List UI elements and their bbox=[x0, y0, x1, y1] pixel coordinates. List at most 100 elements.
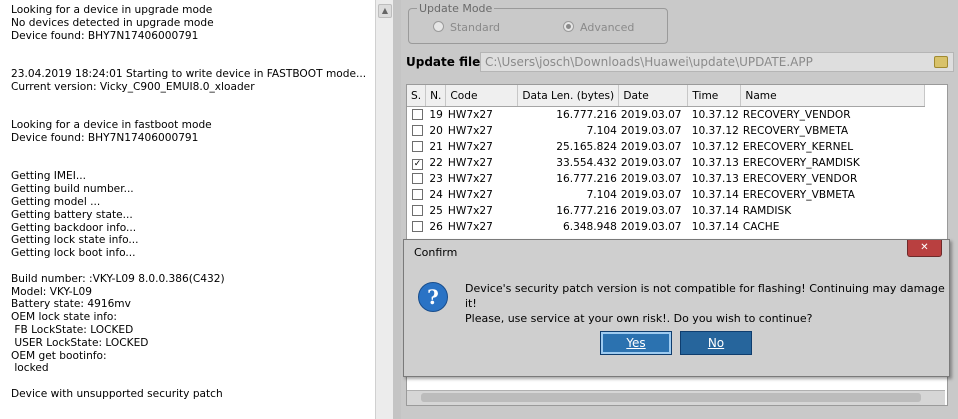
row-time: 10.37.12 bbox=[691, 125, 739, 137]
question-icon: ? bbox=[418, 282, 448, 312]
log-line: Getting battery state... bbox=[11, 208, 133, 221]
table-horizontal-scrollbar[interactable] bbox=[407, 390, 945, 405]
row-checkbox[interactable] bbox=[407, 123, 426, 139]
table-row[interactable]: ✓ 22 HW7x27 33.554.432 2019.03.07 10.37.13 ERE… bbox=[407, 155, 925, 171]
radio-standard-dot[interactable] bbox=[433, 21, 444, 32]
row-date: 2019.03.07 bbox=[620, 109, 682, 121]
checkbox-icon[interactable] bbox=[412, 188, 423, 200]
scroll-up-icon[interactable]: ▲ bbox=[378, 4, 392, 18]
folder-icon[interactable] bbox=[934, 56, 948, 68]
row-code: HW7x27 bbox=[447, 109, 493, 121]
log-scrollbar[interactable]: ▲ bbox=[375, 0, 393, 419]
row-code: HW7x27 bbox=[447, 125, 493, 137]
row-name: RECOVERY_VBMETA bbox=[742, 125, 849, 137]
checkbox-icon[interactable] bbox=[412, 204, 423, 216]
row-number: 20 bbox=[429, 125, 443, 137]
row-time: 10.37.14 bbox=[691, 221, 739, 233]
row-date: 2019.03.07 bbox=[620, 125, 682, 137]
row-code: HW7x27 bbox=[447, 141, 493, 153]
log-line: Current version: Vicky_C900_EMUI8.0_xloa… bbox=[11, 80, 255, 93]
no-button-label: No bbox=[707, 336, 725, 350]
row-data-len: 16.777.216 bbox=[556, 205, 617, 217]
col-time[interactable]: Time bbox=[687, 85, 742, 107]
row-name: ERECOVERY_VENDOR bbox=[742, 173, 858, 185]
close-button[interactable]: ✕ bbox=[907, 240, 942, 257]
row-code: HW7x27 bbox=[447, 221, 493, 233]
log-line: Getting build number... bbox=[11, 183, 134, 196]
update-file-input[interactable]: C:\Users\josch\Downloads\Huawei\update\U… bbox=[480, 52, 954, 72]
row-time: 10.37.14 bbox=[691, 189, 739, 201]
table-row[interactable]: 24 HW7x27 7.104 2019.03.07 10.37.14 ERECOVERY… bbox=[407, 187, 925, 203]
yes-button[interactable]: Yes bbox=[600, 331, 672, 355]
row-checkbox[interactable] bbox=[407, 219, 426, 235]
row-checkbox[interactable] bbox=[407, 139, 426, 155]
radio-advanced-dot[interactable] bbox=[563, 21, 574, 32]
radio-standard-label: Standard bbox=[450, 21, 501, 34]
row-date: 2019.03.07 bbox=[620, 157, 682, 169]
row-name: ERECOVERY_RAMDISK bbox=[742, 157, 860, 169]
update-file-path: C:\Users\josch\Downloads\Huawei\update\U… bbox=[485, 55, 813, 69]
row-number: 23 bbox=[429, 173, 443, 185]
log-line: 23.04.2019 18:24:01 Starting to write de… bbox=[11, 67, 367, 80]
table-row[interactable]: 20 HW7x27 7.104 2019.03.07 10.37.12 RECOVERY_… bbox=[407, 123, 925, 139]
row-data-len: 16.777.216 bbox=[556, 173, 617, 185]
log-line: No devices detected in upgrade mode bbox=[11, 16, 214, 29]
log-line: Getting IMEI... bbox=[11, 170, 86, 183]
checkbox-icon[interactable] bbox=[412, 220, 423, 232]
log-pane: Looking for a device in upgrade mode No d… bbox=[0, 0, 375, 419]
row-name: RECOVERY_VENDOR bbox=[742, 109, 851, 121]
row-name: RAMDISK bbox=[742, 205, 792, 217]
log-line: Getting lock state info... bbox=[11, 234, 139, 247]
table-row[interactable]: 23 HW7x27 16.777.216 2019.03.07 10.37.13 EREC… bbox=[407, 171, 925, 187]
checkbox-icon[interactable] bbox=[412, 140, 423, 152]
checkbox-checked-icon[interactable]: ✓ bbox=[412, 159, 423, 170]
row-time: 10.37.12 bbox=[691, 141, 739, 153]
log-line: USER LockState: LOCKED bbox=[11, 336, 149, 349]
col-code[interactable]: Code bbox=[445, 85, 519, 107]
dialog-message: Device's security patch version is not c… bbox=[465, 281, 945, 326]
col-data-len[interactable]: Data Len. (bytes) bbox=[517, 85, 620, 107]
radio-standard[interactable]: Standard bbox=[433, 21, 500, 34]
col-number[interactable]: N. bbox=[425, 85, 447, 107]
table-row[interactable]: 25 HW7x27 16.777.216 2019.03.07 10.37.14 RAMD… bbox=[407, 203, 925, 219]
row-data-len: 25.165.824 bbox=[556, 141, 617, 153]
row-checkbox[interactable] bbox=[407, 187, 426, 203]
radio-advanced[interactable]: Advanced bbox=[563, 21, 634, 34]
col-name[interactable]: Name bbox=[740, 85, 926, 107]
row-checkbox[interactable] bbox=[407, 171, 426, 187]
checkbox-icon[interactable] bbox=[412, 108, 423, 120]
col-date[interactable]: Date bbox=[618, 85, 689, 107]
dialog-message-line1: Device's security patch version is not c… bbox=[465, 282, 945, 310]
row-date: 2019.03.07 bbox=[620, 205, 682, 217]
dialog-title: Confirm bbox=[414, 246, 458, 259]
col-select[interactable]: S. bbox=[407, 85, 427, 107]
row-checkbox[interactable]: ✓ bbox=[407, 155, 426, 171]
row-checkbox[interactable] bbox=[407, 107, 426, 124]
scroll-thumb[interactable] bbox=[421, 393, 921, 402]
update-mode-group: Update Mode Standard Advanced bbox=[408, 2, 668, 44]
table-row[interactable]: 21 HW7x27 25.165.824 2019.03.07 10.37.12 EREC… bbox=[407, 139, 925, 155]
row-time: 10.37.12 bbox=[691, 109, 739, 121]
log-line: Getting backdoor info... bbox=[11, 221, 137, 234]
row-number: 22 bbox=[429, 157, 443, 169]
row-checkbox[interactable] bbox=[407, 203, 426, 219]
row-data-len: 16.777.216 bbox=[556, 109, 617, 121]
log-line: Looking for a device in fastboot mode bbox=[11, 119, 212, 132]
checkbox-icon[interactable] bbox=[412, 172, 423, 184]
no-button[interactable]: No bbox=[680, 331, 752, 355]
update-file-label: Update file: bbox=[406, 55, 486, 69]
row-number: 19 bbox=[429, 109, 443, 121]
pane-splitter[interactable] bbox=[393, 0, 401, 419]
table-row[interactable]: 26 HW7x27 6.348.948 2019.03.07 10.37.14 CACHE bbox=[407, 219, 925, 235]
table-row[interactable]: 19 HW7x27 16.777.216 2019.03.07 10.37.12 RECO… bbox=[407, 107, 925, 124]
checkbox-icon[interactable] bbox=[412, 124, 423, 136]
table-header: S. N. Code Data Len. (bytes) Date Time N… bbox=[407, 85, 926, 107]
row-code: HW7x27 bbox=[447, 157, 493, 169]
dialog-message-line2: Please, use service at your own risk!. D… bbox=[465, 312, 813, 325]
